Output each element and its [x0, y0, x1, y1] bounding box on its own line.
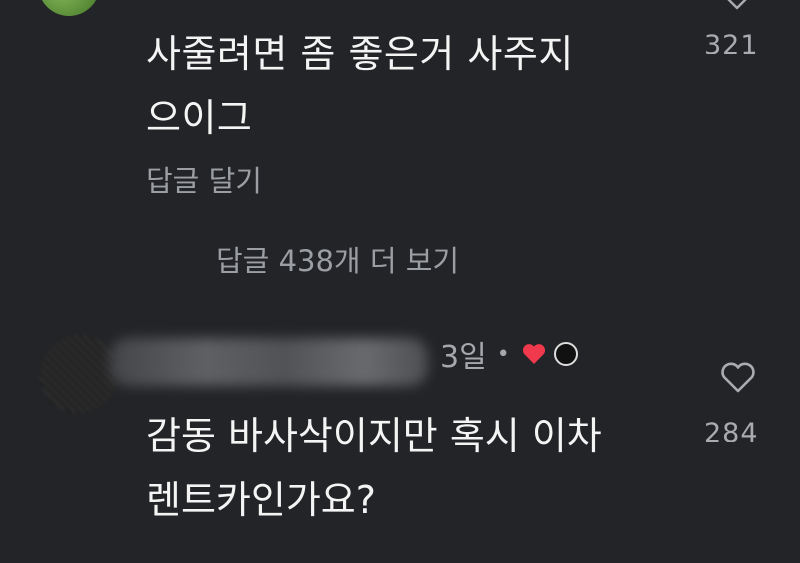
avatar[interactable] — [38, 0, 100, 16]
comment-text: 감동 바사삭이지만 혹시 이차 렌트카인가요? — [146, 404, 686, 532]
view-more-replies-label: 답글 438개 더 보기 — [216, 244, 460, 278]
blurred-username[interactable] — [110, 338, 428, 386]
like-count: 321 — [704, 30, 759, 54]
mini-avatar — [553, 342, 578, 366]
comments-screen: 사줄려면 좀 좋은거 사주지 으이그 321 답글 달기 답글 438개 더 보… — [0, 0, 800, 563]
comment-text-line: 감동 바사삭이지만 혹시 이차 — [146, 414, 602, 458]
heart-outline-icon[interactable] — [720, 362, 756, 394]
comment-time: 3일 — [440, 340, 487, 375]
blurred-avatar[interactable] — [40, 335, 118, 413]
like-count: 284 — [704, 418, 759, 442]
reply-button[interactable]: 답글 달기 — [146, 158, 262, 200]
heart-outline-icon[interactable] — [722, 0, 752, 10]
comment-meta: 3일 • — [440, 334, 578, 375]
comment-text-line: 으이그 — [146, 96, 253, 140]
comment-text-line: 사줄려면 좀 좋은거 사주지 — [146, 32, 574, 76]
separator-dot: • — [496, 341, 510, 367]
comment-text-line: 렌트카인가요? — [146, 478, 376, 522]
comment-text: 사줄려면 좀 좋은거 사주지 으이그 — [146, 22, 666, 150]
view-more-replies-button[interactable]: 답글 438개 더 보기 — [216, 238, 459, 280]
red-heart-icon — [522, 344, 545, 364]
